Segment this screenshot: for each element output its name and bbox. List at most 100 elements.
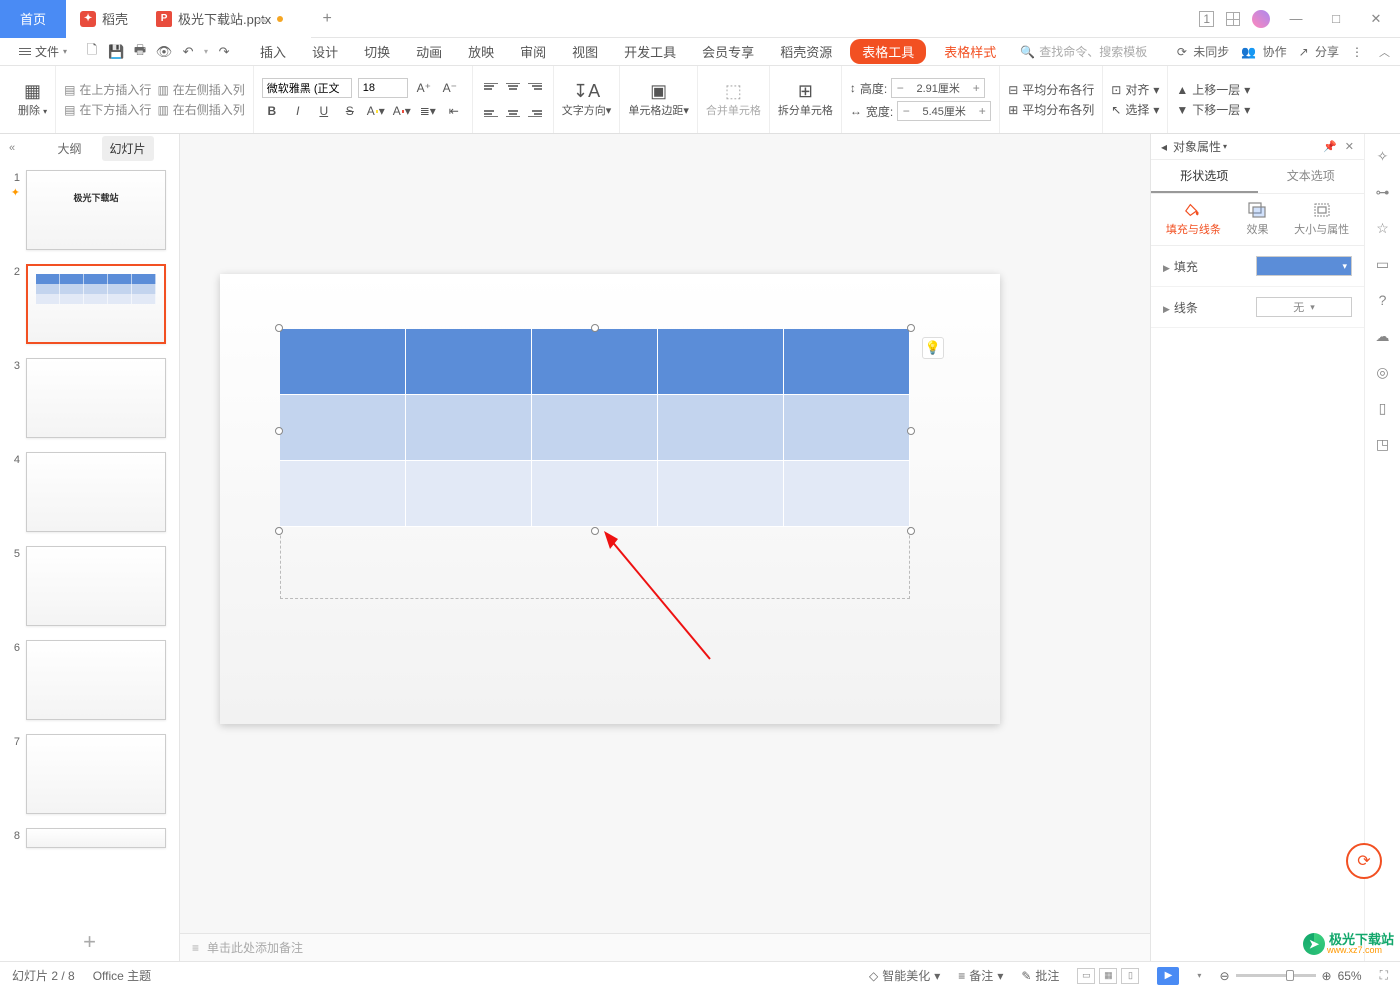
- undo-icon[interactable]: ↶: [180, 44, 196, 60]
- layout-icon[interactable]: 1: [1199, 11, 1214, 27]
- slide-thumb-5[interactable]: [26, 546, 166, 626]
- save-icon[interactable]: 💾: [108, 44, 124, 60]
- slide-thumb-3[interactable]: [26, 358, 166, 438]
- tab-table-tools[interactable]: 表格工具: [850, 39, 926, 64]
- align-button[interactable]: ⊡ 对齐▾: [1111, 81, 1159, 98]
- new-icon[interactable]: 🗋: [84, 44, 100, 60]
- feedback-floater[interactable]: ⟳: [1346, 843, 1382, 879]
- tab-docker[interactable]: ✦ 稻壳: [66, 0, 142, 38]
- rail-help-icon[interactable]: ?: [1373, 290, 1393, 310]
- more-menu[interactable]: ⋮: [1351, 45, 1363, 59]
- tab-table-style[interactable]: 表格样式: [936, 39, 1004, 64]
- slide-thumb-4[interactable]: [26, 452, 166, 532]
- resize-handle[interactable]: [275, 527, 283, 535]
- add-slide-button[interactable]: +: [0, 923, 179, 961]
- sorter-view-icon[interactable]: ▦: [1099, 968, 1117, 984]
- dec-size-icon[interactable]: A⁻: [440, 78, 460, 98]
- line-section-label[interactable]: 线条: [1174, 301, 1198, 315]
- zoom-slider[interactable]: [1236, 974, 1316, 977]
- tab-animation[interactable]: 动画: [408, 39, 450, 64]
- text-direction-button[interactable]: ↧A文字方向▾: [562, 82, 612, 117]
- notes-bar[interactable]: ≡ 单击此处添加备注: [180, 933, 1150, 961]
- rail-design-icon[interactable]: ✧: [1373, 146, 1393, 166]
- highlight-button[interactable]: A▾: [366, 101, 386, 121]
- beautify-button[interactable]: ◇ 智能美化 ▾: [869, 967, 940, 984]
- tab-transition[interactable]: 切换: [356, 39, 398, 64]
- print-preview-icon[interactable]: 👁: [156, 44, 172, 60]
- cell-margin-button[interactable]: ▣单元格边距▾: [628, 82, 689, 117]
- align-bottom-right[interactable]: [525, 101, 545, 121]
- panel-collapse-icon[interactable]: «: [0, 134, 24, 162]
- bold-button[interactable]: B: [262, 101, 282, 121]
- outline-tab[interactable]: 大纲: [49, 136, 89, 161]
- inc-size-icon[interactable]: A⁺: [414, 78, 434, 98]
- insert-col-left[interactable]: ▥ 在左侧插入列: [157, 81, 244, 98]
- rail-settings-icon[interactable]: ⊶: [1373, 182, 1393, 202]
- resize-handle[interactable]: [591, 324, 599, 332]
- tab-developer[interactable]: 开发工具: [616, 39, 684, 64]
- tab-vip[interactable]: 会员专享: [694, 39, 762, 64]
- select-button[interactable]: ↖ 选择▾: [1111, 101, 1159, 118]
- line-spacing-icon[interactable]: ≣▾: [418, 101, 438, 121]
- align-top-right[interactable]: [525, 79, 545, 99]
- slides-tab[interactable]: 幻灯片: [102, 136, 154, 161]
- notes-toggle[interactable]: ≡ 备注 ▾: [958, 967, 1003, 984]
- tab-add-button[interactable]: +: [311, 10, 343, 28]
- table[interactable]: [280, 329, 910, 529]
- pin-icon[interactable]: 📌: [1323, 140, 1337, 153]
- align-bottom-center[interactable]: [503, 101, 523, 121]
- font-color-button[interactable]: A▾: [392, 101, 412, 121]
- tab-view[interactable]: 视图: [564, 39, 606, 64]
- rail-pin-icon[interactable]: ◎: [1373, 362, 1393, 382]
- font-name-select[interactable]: [262, 78, 352, 98]
- distribute-rows[interactable]: ⊟ 平均分布各行: [1008, 81, 1094, 98]
- font-size-select[interactable]: [358, 78, 408, 98]
- align-top-left[interactable]: [481, 79, 501, 99]
- split-cells-button[interactable]: ⊞拆分单元格: [778, 82, 833, 117]
- slide-thumb-6[interactable]: [26, 640, 166, 720]
- print-icon[interactable]: 🖶: [132, 44, 148, 60]
- fill-section-label[interactable]: 填充: [1174, 260, 1198, 274]
- redo-icon[interactable]: ↷: [216, 44, 232, 60]
- text-options-tab[interactable]: 文本选项: [1258, 160, 1365, 193]
- merge-cells-button[interactable]: ⬚合并单元格: [706, 82, 761, 117]
- slide-thumb-7[interactable]: [26, 734, 166, 814]
- fit-window-icon[interactable]: ⛶: [1380, 968, 1388, 983]
- share-button[interactable]: ↗ 分享: [1299, 43, 1339, 60]
- resize-handle[interactable]: [591, 527, 599, 535]
- tab-insert[interactable]: 插入: [252, 39, 294, 64]
- maximize-button[interactable]: □: [1322, 11, 1350, 26]
- app-grid-icon[interactable]: [1226, 12, 1240, 26]
- shape-options-tab[interactable]: 形状选项: [1151, 160, 1258, 193]
- slide-thumb-1[interactable]: 极光下载站: [26, 170, 166, 250]
- effects-tab[interactable]: 效果: [1240, 198, 1274, 241]
- rail-book-icon[interactable]: ▯: [1373, 398, 1393, 418]
- zoom-value[interactable]: 65%: [1338, 969, 1362, 983]
- strike-button[interactable]: S: [340, 101, 360, 121]
- normal-view-icon[interactable]: ▭: [1077, 968, 1095, 984]
- move-down-button[interactable]: ▼ 下移一层▾: [1176, 101, 1250, 118]
- minimize-button[interactable]: —: [1282, 11, 1310, 26]
- tab-home[interactable]: 首页: [0, 0, 66, 38]
- resize-handle[interactable]: [907, 324, 915, 332]
- command-search[interactable]: 🔍 查找命令、搜索模板: [1020, 43, 1147, 60]
- slideshow-button[interactable]: ▶: [1157, 967, 1179, 985]
- panel-close-icon[interactable]: ✕: [1345, 140, 1354, 153]
- italic-button[interactable]: I: [288, 101, 308, 121]
- slide-thumb-8[interactable]: [26, 828, 166, 848]
- coop-button[interactable]: 👥 协作: [1241, 43, 1286, 60]
- tab-docker-res[interactable]: 稻壳资源: [772, 39, 840, 64]
- rail-slide-icon[interactable]: ▭: [1373, 254, 1393, 274]
- insert-col-right[interactable]: ▥ 在右侧插入列: [157, 101, 244, 118]
- tab-document[interactable]: P 极光下载站.pptx ☁: [142, 0, 311, 38]
- unsync-button[interactable]: ⟳ 未同步: [1177, 43, 1229, 60]
- rail-box-icon[interactable]: ◳: [1373, 434, 1393, 454]
- rail-select-icon[interactable]: ☆: [1373, 218, 1393, 238]
- zoom-in-icon[interactable]: ⊕: [1322, 969, 1332, 983]
- insert-row-below[interactable]: ▤ 在下方插入行: [64, 101, 151, 118]
- resize-handle[interactable]: [275, 427, 283, 435]
- reading-view-icon[interactable]: ▯: [1121, 968, 1139, 984]
- tab-slideshow[interactable]: 放映: [460, 39, 502, 64]
- suggestion-icon[interactable]: 💡: [922, 337, 944, 359]
- panel-toggle-icon[interactable]: ◂: [1161, 140, 1167, 154]
